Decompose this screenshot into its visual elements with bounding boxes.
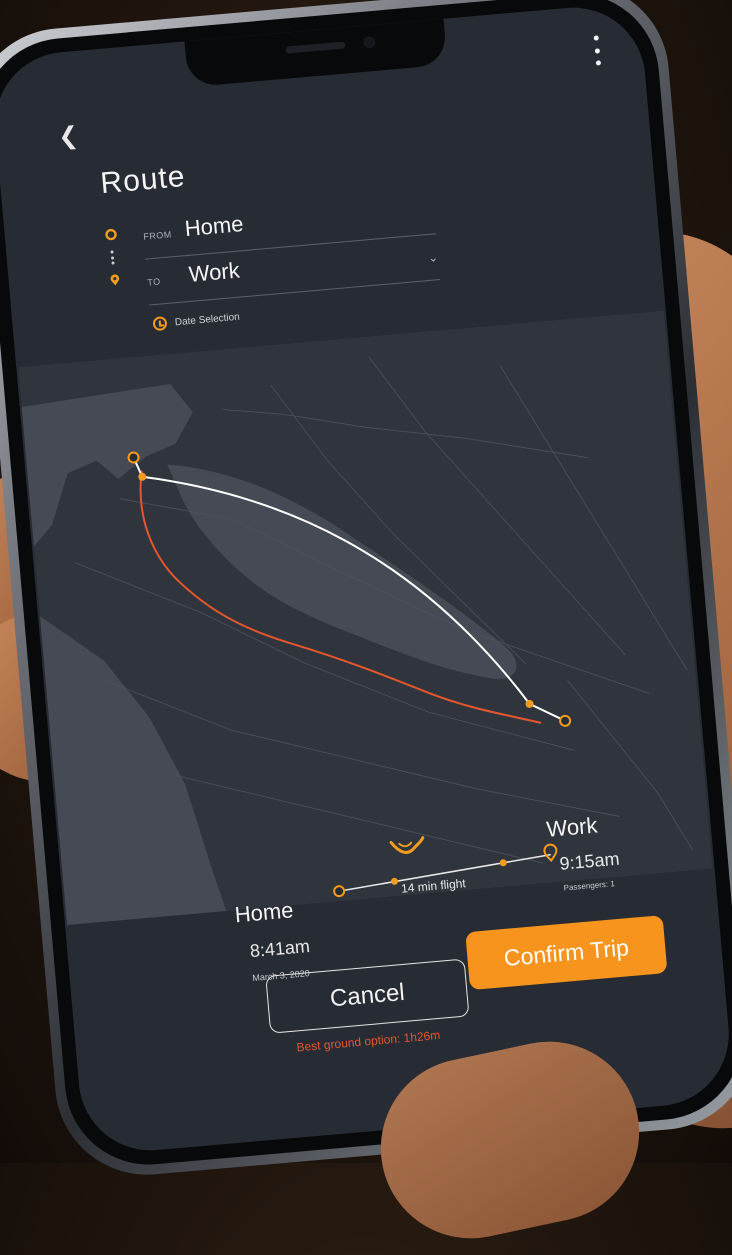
location-pin-icon xyxy=(110,274,120,286)
to-label: TO xyxy=(146,276,162,288)
timeline-waypoint xyxy=(390,877,398,885)
chevron-down-icon[interactable]: ⌄ xyxy=(428,250,439,265)
timeline-destination-pin-icon xyxy=(543,843,558,863)
timeline-waypoint xyxy=(499,859,507,867)
route-map[interactable] xyxy=(16,310,714,926)
app-screen: ❮ Route FROM Home TO Work ⌄ Date Selecti… xyxy=(0,1,732,1157)
origin-ring-icon xyxy=(105,228,117,241)
phone-bezel: ❮ Route FROM Home TO Work ⌄ Date Selecti… xyxy=(0,0,732,1172)
to-value: Work xyxy=(187,257,241,287)
ground-option-note: Best ground option: 1h26m xyxy=(295,1027,441,1055)
from-label: FROM xyxy=(142,229,173,242)
destination-name: Work xyxy=(545,812,599,842)
kebab-menu-icon[interactable] xyxy=(590,35,605,66)
from-value: Home xyxy=(183,211,245,242)
back-arrow-icon[interactable]: ❮ xyxy=(57,121,80,152)
page-title: Route xyxy=(99,159,187,201)
date-selection-label: Date Selection xyxy=(174,311,241,328)
front-camera xyxy=(362,35,376,49)
notch xyxy=(184,18,448,88)
confirm-trip-button[interactable]: Confirm Trip xyxy=(465,915,668,991)
date-selection[interactable]: Date Selection xyxy=(152,310,240,332)
passenger-count: Passengers: 1 xyxy=(563,879,616,893)
origin-time: 8:41am xyxy=(249,935,311,962)
timeline-origin-dot xyxy=(333,885,346,898)
origin-marker xyxy=(127,451,140,464)
phone-frame: ❮ Route FROM Home TO Work ⌄ Date Selecti… xyxy=(0,0,732,1183)
speaker xyxy=(285,41,346,54)
destination-marker xyxy=(559,714,572,727)
origin-name: Home xyxy=(233,897,295,928)
clock-icon xyxy=(152,316,168,332)
